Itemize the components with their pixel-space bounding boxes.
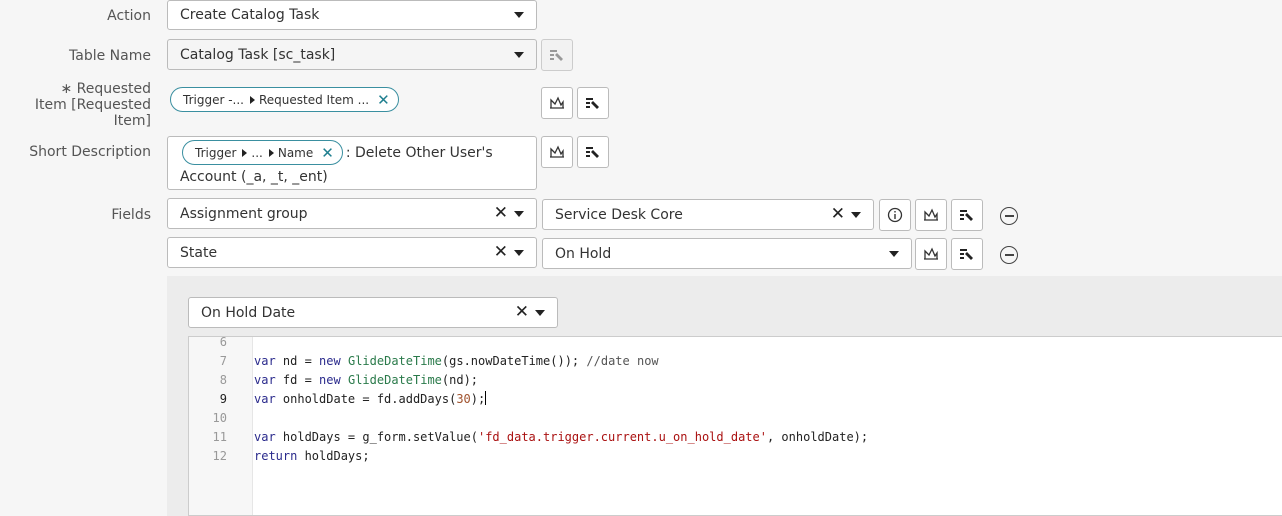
fields-label: Fields bbox=[111, 207, 151, 223]
code-line: var fd = new GlideDateTime(nd); bbox=[254, 373, 479, 387]
caret-right-icon bbox=[268, 148, 274, 157]
requested-item-script-button[interactable] bbox=[541, 87, 573, 119]
field-value-assignment-group[interactable]: Service Desk Core ✕ bbox=[542, 199, 874, 230]
line-number: 7 bbox=[219, 354, 227, 368]
datapill-picker-icon bbox=[586, 147, 599, 158]
short-description-label: Short Description bbox=[29, 144, 151, 160]
short-description-datapill[interactable]: Trigger ... Name ✕ bbox=[182, 140, 343, 165]
line-number-active: 9 bbox=[219, 392, 227, 406]
pill-segment: Trigger bbox=[195, 145, 237, 160]
caret-right-icon bbox=[242, 148, 248, 157]
short-description-datapill-picker-button[interactable] bbox=[577, 136, 609, 168]
requested-item-datapill[interactable]: Trigger -... Requested Item ... ✕ bbox=[170, 87, 399, 112]
field-value: Service Desk Core bbox=[555, 206, 683, 223]
subfield-select[interactable]: On Hold Date ✕ bbox=[188, 297, 558, 328]
code-line: var onholdDate = fd.addDays(30); bbox=[254, 391, 487, 406]
short-description-text-line2: Account (_a, _t, _ent) bbox=[180, 169, 328, 185]
chevron-down-icon bbox=[535, 309, 545, 316]
pill-segment: Name bbox=[277, 145, 314, 160]
field-value-datapill-picker-button[interactable] bbox=[951, 199, 983, 231]
requested-item-label-line3: Item] bbox=[113, 113, 151, 129]
line-number: 11 bbox=[212, 430, 227, 444]
field-value-script-button[interactable] bbox=[915, 199, 947, 231]
code-line: var nd = new GlideDateTime(gs.nowDateTim… bbox=[254, 354, 659, 368]
chevron-down-icon bbox=[889, 250, 899, 257]
script-icon bbox=[924, 208, 938, 221]
line-number: 8 bbox=[219, 373, 227, 387]
action-label: Action bbox=[107, 8, 151, 24]
code-line: var holdDays = g_form.setValue('fd_data.… bbox=[254, 430, 869, 444]
close-icon[interactable]: ✕ bbox=[377, 91, 390, 109]
field-value-datapill-picker-button[interactable] bbox=[951, 238, 983, 270]
short-description-text-line1: : Delete Other User's bbox=[345, 144, 493, 161]
requested-item-label-line1: ∗ Requested bbox=[60, 81, 151, 97]
requested-item-label: ∗ Requested Item [Requested Item] bbox=[20, 81, 151, 129]
clear-icon[interactable]: ✕ bbox=[831, 206, 845, 223]
pill-segment: ... bbox=[251, 145, 263, 160]
field-value-state[interactable]: On Hold bbox=[542, 238, 912, 269]
chevron-down-icon bbox=[851, 211, 861, 218]
chevron-down-icon bbox=[514, 12, 524, 18]
short-description-input[interactable]: Trigger ... Name ✕ : Delete Other User's… bbox=[167, 136, 537, 190]
info-button[interactable] bbox=[879, 199, 911, 231]
clear-icon[interactable]: ✕ bbox=[515, 304, 529, 321]
field-select-state[interactable]: State ✕ bbox=[167, 237, 537, 268]
datapill-picker-icon bbox=[586, 98, 599, 109]
line-number: 6 bbox=[219, 335, 227, 349]
datapill-picker-icon bbox=[960, 210, 973, 221]
script-icon bbox=[550, 96, 564, 109]
info-icon bbox=[887, 207, 903, 223]
line-number: 10 bbox=[212, 411, 227, 425]
chevron-down-icon bbox=[514, 249, 524, 256]
requested-item-label-line2: Item [Requested bbox=[34, 97, 151, 113]
code-line: return holdDays; bbox=[254, 449, 370, 463]
field-name: State bbox=[180, 244, 218, 261]
action-value: Create Catalog Task bbox=[180, 7, 320, 23]
requested-item-datapill-picker-button[interactable] bbox=[577, 87, 609, 119]
remove-field-icon[interactable] bbox=[1000, 246, 1018, 264]
table-name-label: Table Name bbox=[69, 48, 151, 64]
clear-icon[interactable]: ✕ bbox=[494, 244, 508, 261]
pill-segment: Trigger -... bbox=[183, 92, 244, 107]
field-name: Assignment group bbox=[180, 205, 308, 222]
chevron-down-icon bbox=[514, 210, 524, 217]
chevron-down-icon bbox=[514, 51, 524, 58]
datapill-picker-icon bbox=[550, 50, 563, 61]
field-value-script-button[interactable] bbox=[915, 238, 947, 270]
short-description-script-button[interactable] bbox=[541, 136, 573, 168]
action-select[interactable]: Create Catalog Task bbox=[167, 0, 537, 30]
field-value: On Hold bbox=[555, 245, 612, 262]
text-cursor bbox=[485, 391, 487, 405]
script-editor[interactable]: 6 7 8 9 10 11 12 var nd = new GlideDateT… bbox=[188, 333, 1282, 516]
field-select-assignment-group[interactable]: Assignment group ✕ bbox=[167, 198, 537, 229]
remove-field-icon[interactable] bbox=[1000, 207, 1018, 225]
table-name-value: Catalog Task [sc_task] bbox=[180, 46, 336, 63]
close-icon[interactable]: ✕ bbox=[321, 144, 334, 162]
table-name-select[interactable]: Catalog Task [sc_task] bbox=[167, 39, 537, 70]
table-name-datapill-picker-button[interactable] bbox=[541, 39, 573, 71]
script-icon bbox=[924, 247, 938, 260]
caret-right-icon bbox=[249, 95, 255, 104]
datapill-picker-icon bbox=[960, 249, 973, 260]
subfield-value: On Hold Date bbox=[201, 304, 296, 321]
pill-segment: Requested Item ... bbox=[258, 92, 370, 107]
script-icon bbox=[550, 145, 564, 158]
clear-icon[interactable]: ✕ bbox=[494, 205, 508, 222]
line-number: 12 bbox=[212, 449, 227, 463]
